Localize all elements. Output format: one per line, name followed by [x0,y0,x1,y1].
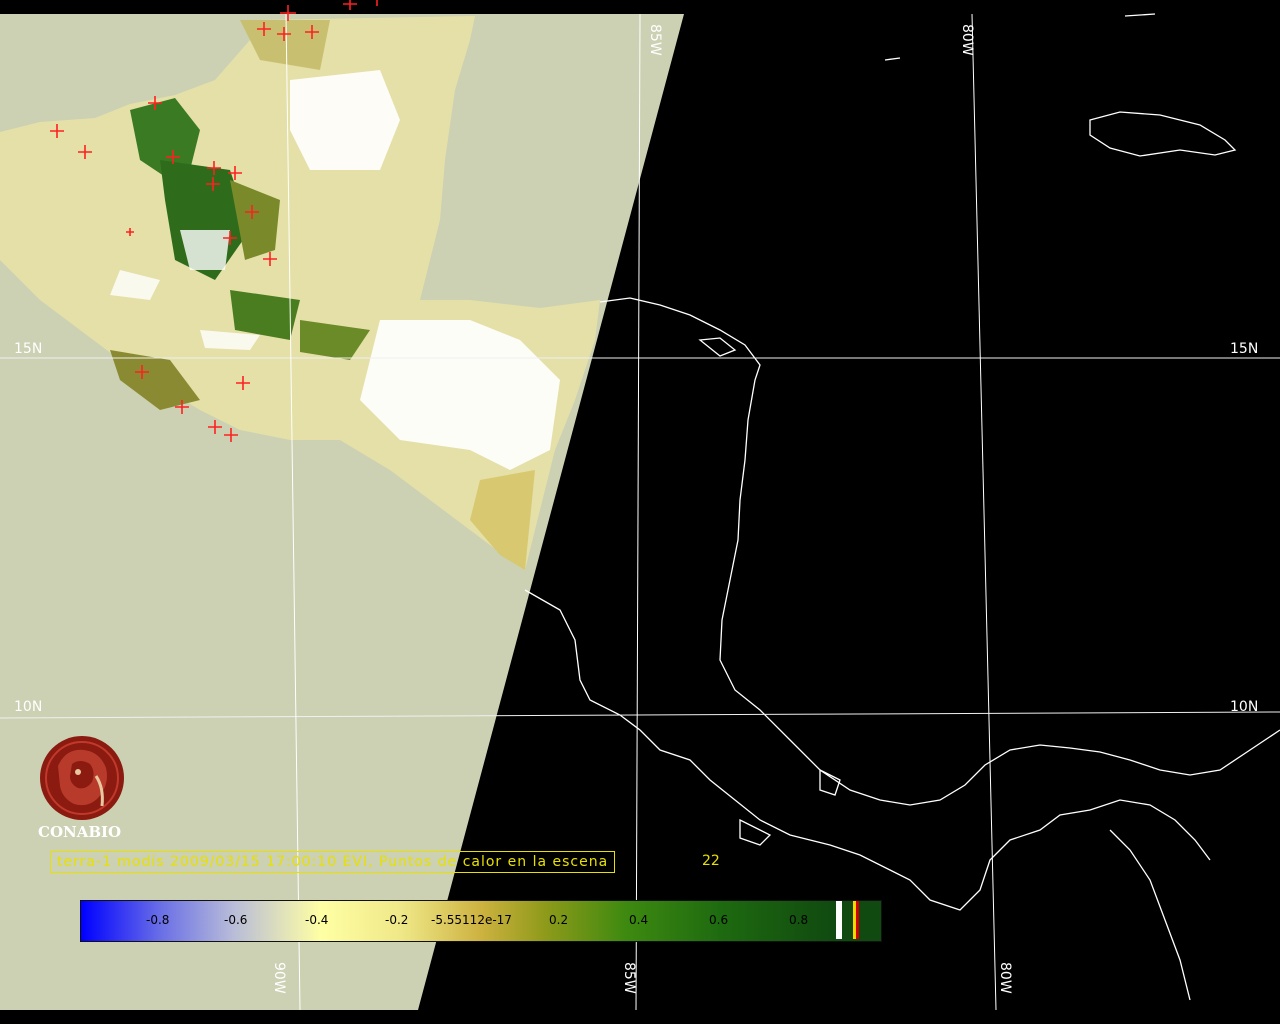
lat-label-15n-left: 15N [14,341,43,357]
lon-label-80w-top: 80W [959,24,975,56]
colorbar-label-6: 0.2 [549,913,569,927]
colorbar-label-3: -0.4 [305,913,329,927]
scene-caption: terra-1 modis 2009/03/15 17:00:10 EVI, P… [50,851,616,873]
colorbar-label-7: 0.4 [629,913,649,927]
conabio-logo-text: CONABIO [38,823,122,841]
hotspot-count: 22 [702,853,720,869]
colorbar-white-swatch [836,901,842,939]
lon-label-90w-bottom: 90W [271,962,287,994]
colorbar-label-5: -5.55112e-17 [431,913,512,927]
lon-label-85w-bottom: 85W [621,962,637,994]
colorbar-red-swatch [856,901,859,939]
lat-label-15n-right: 15N [1230,341,1259,357]
colorbar-label-2: -0.6 [224,913,248,927]
colorbar-label-8: 0.6 [709,913,729,927]
lat-label-10n-right: 10N [1230,699,1259,715]
colorbar-label-1: -0.8 [146,913,170,927]
lat-label-10n-left: 10N [14,699,43,715]
colorbar-label-4: -0.2 [385,913,409,927]
lon-label-80w-bottom: 80W [997,962,1013,994]
lon-label-85w-top: 85W [647,24,663,56]
colorbar-label-9: 0.8 [789,913,809,927]
